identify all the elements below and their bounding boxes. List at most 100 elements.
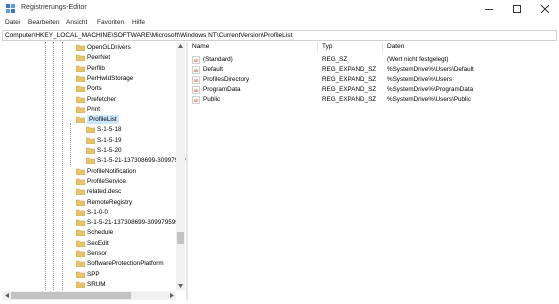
tree-item[interactable]: OpenGLDrivers — [2, 43, 186, 52]
tree-item[interactable]: Ports — [2, 84, 186, 93]
value-row[interactable]: ab Default REG_EXPAND_SZ %SystemDrive%\User… — [189, 65, 557, 75]
folder-icon — [86, 127, 95, 134]
value-row[interactable]: ab ProgramData REG_EXPAND_SZ %SystemDrive%\… — [189, 85, 557, 95]
tree-item-label: ProfileNotification — [87, 167, 136, 175]
folder-icon — [76, 178, 85, 185]
tree-item-label: S-1-0-0 — [87, 208, 108, 216]
column-header-data[interactable]: Daten — [387, 43, 404, 50]
value-data: (Wert nicht festgelegt) — [387, 56, 449, 63]
folder-icon — [76, 116, 85, 124]
tree-item[interactable]: S-1-5-18 — [2, 125, 186, 134]
tree-item[interactable]: RemoteRegistry — [2, 198, 186, 207]
tree-item-label: RemoteRegistry — [87, 198, 133, 206]
menu-bearbeiten[interactable]: Bearbeiten — [28, 19, 59, 26]
tree-item-label: related.desc — [87, 188, 122, 196]
tree-item-label: Ports — [87, 85, 102, 93]
tree-item[interactable]: SoftwareProtectionPlatform — [2, 259, 186, 268]
svg-text:ab: ab — [194, 98, 199, 103]
tree-item[interactable]: S-1-5-21-137308699-309979599-5 — [2, 218, 186, 227]
menu-favoriten[interactable]: Favoriten — [97, 19, 124, 26]
menu-ansicht[interactable]: Ansicht — [66, 19, 87, 26]
close-icon — [541, 5, 549, 13]
tree-item[interactable]: ProfileNotification — [2, 167, 186, 176]
folder-icon — [76, 261, 85, 268]
tree-item-label: Sensor — [87, 250, 107, 257]
tree-item-label: S-1-5-18 — [97, 126, 122, 134]
folder-icon — [76, 55, 85, 62]
scroll-down-button[interactable] — [176, 282, 185, 290]
tree-item[interactable]: S-1-5-20 — [2, 146, 186, 155]
column-separator[interactable] — [317, 42, 318, 52]
tree-item-label: S-1-5-20 — [97, 147, 122, 154]
tree-item[interactable]: Prefetcher — [2, 95, 186, 104]
folder-icon — [76, 96, 85, 103]
chevron-right-icon — [169, 293, 174, 298]
value-data: %SystemDrive%\Users — [387, 76, 453, 83]
column-header-type[interactable]: Typ — [322, 43, 332, 50]
scroll-up-button[interactable] — [176, 42, 185, 50]
value-data: %SystemDrive%\Users\Default — [387, 66, 474, 73]
folder-icon — [76, 271, 85, 278]
scroll-thumb[interactable] — [177, 232, 184, 244]
tree-item[interactable]: PerHwIdStorage — [2, 74, 186, 83]
tree-item[interactable]: PeerNet — [2, 53, 186, 62]
value-row[interactable]: ab ProfilesDirectory REG_EXPAND_SZ %SystemD… — [189, 75, 557, 85]
folder-icon — [76, 230, 85, 237]
tree-item[interactable]: Schedule — [2, 228, 186, 237]
tree-item[interactable]: Print — [2, 105, 186, 114]
scroll-right-button[interactable] — [167, 291, 176, 300]
string-value-icon: ab — [192, 66, 200, 74]
tree-item[interactable]: ProfileService — [2, 177, 186, 186]
horizontal-scroll-thumb[interactable] — [11, 292, 131, 299]
value-row[interactable]: ab Public REG_EXPAND_SZ %SystemDrive%\Users… — [189, 95, 557, 105]
tree-item-label: Perflib — [87, 64, 105, 72]
tree-item-label: S-1-5-21-137308699-309979399 — [97, 157, 186, 165]
string-value-icon: ab — [192, 56, 200, 64]
window-title: Registrierungs-Editor — [21, 4, 87, 11]
folder-icon — [86, 137, 95, 144]
folder-icon — [76, 106, 85, 113]
value-name: Default — [203, 66, 223, 73]
chevron-down-icon — [178, 284, 183, 288]
minimize-button[interactable] — [475, 0, 503, 18]
column-header-name[interactable]: Name — [192, 43, 209, 50]
menu-hilfe[interactable]: Hilfe — [132, 19, 145, 26]
value-name: ProfilesDirectory — [203, 76, 250, 83]
svg-text:ab: ab — [194, 78, 199, 83]
folder-icon — [76, 281, 85, 288]
column-separator[interactable] — [382, 42, 383, 52]
tree-item-label: SecEdit — [87, 239, 109, 247]
chevron-left-icon — [4, 293, 9, 298]
tree-item[interactable]: Perflib — [2, 64, 186, 73]
close-button[interactable] — [531, 0, 559, 18]
address-bar[interactable]: Computer\HKEY_LOCAL_MACHINE\SOFTWARE\Mic… — [2, 30, 557, 41]
tree-item[interactable]: S-1-5-21-137308699-309979399 — [2, 156, 186, 165]
folder-icon — [76, 188, 85, 196]
tree-item[interactable]: ProfileList — [2, 115, 186, 125]
title-bar: Registrierungs-Editor — [0, 0, 559, 18]
maximize-button[interactable] — [503, 0, 531, 18]
tree-item[interactable]: SRUM — [2, 280, 186, 289]
menu-datei[interactable]: Datei — [5, 19, 20, 26]
value-data: %SystemDrive%\Users\Public — [387, 96, 471, 103]
values-list: Name Typ Daten ab (Standard) REG_SZ (Wert n… — [189, 42, 557, 300]
tree-item[interactable]: SecEdit — [2, 239, 186, 248]
pane-splitter[interactable] — [186, 42, 188, 300]
tree-item[interactable]: S-1-5-19 — [2, 136, 186, 145]
tree-item[interactable]: SPP — [2, 270, 186, 279]
value-row[interactable]: ab (Standard) REG_SZ (Wert nicht festgelegt… — [189, 55, 557, 65]
folder-icon — [76, 199, 85, 206]
folder-icon — [76, 168, 85, 175]
tree-item[interactable]: related.desc — [2, 187, 186, 196]
value-type: REG_EXPAND_SZ — [322, 66, 377, 73]
svg-text:ab: ab — [194, 68, 199, 73]
scroll-left-button[interactable] — [2, 291, 11, 300]
folder-icon — [76, 250, 85, 257]
value-type: REG_EXPAND_SZ — [322, 86, 377, 93]
tree-item[interactable]: Sensor — [2, 249, 186, 258]
tree-horizontal-scrollbar[interactable] — [2, 291, 176, 300]
menu-bar: Datei Bearbeiten Ansicht Favoriten Hilfe — [0, 18, 559, 30]
tree-item[interactable]: S-1-0-0 — [2, 208, 186, 217]
tree-item-label: PeerNet — [87, 54, 111, 62]
tree-vertical-scrollbar[interactable] — [176, 42, 185, 290]
